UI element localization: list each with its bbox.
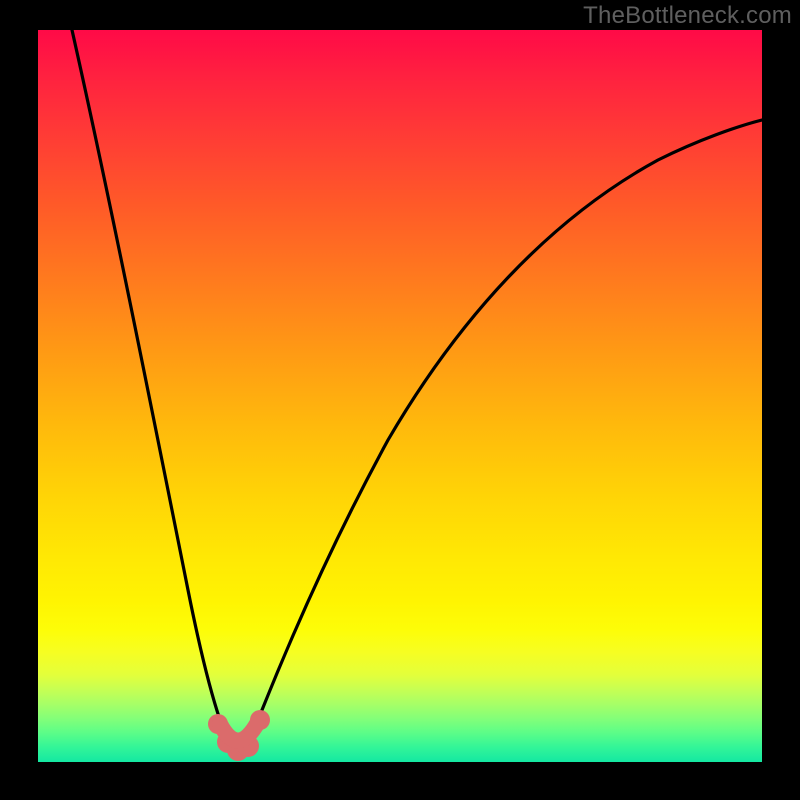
chart-container: TheBottleneck.com: [0, 0, 800, 800]
bottleneck-curve-svg: [38, 30, 762, 762]
watermark-text: TheBottleneck.com: [583, 2, 792, 30]
marker-arc: [220, 722, 258, 741]
curve-path: [72, 30, 762, 748]
plot-area: [38, 30, 762, 762]
valley-markers: [208, 710, 270, 761]
